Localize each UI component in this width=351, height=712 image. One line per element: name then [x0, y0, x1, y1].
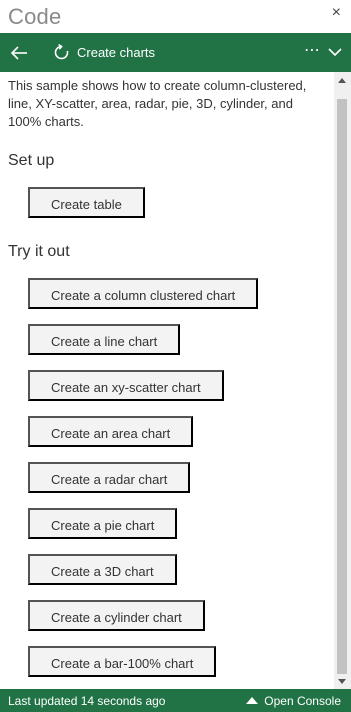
create-line-chart-button[interactable]: Create a line chart [28, 324, 181, 355]
status-bar: Last updated 14 seconds ago Open Console [0, 689, 351, 712]
caret-up-icon[interactable] [246, 697, 258, 704]
scroll-up-arrow-icon[interactable] [338, 78, 346, 83]
setup-heading: Set up [8, 152, 55, 169]
refresh-icon[interactable] [53, 44, 70, 61]
title-bar: Code × [0, 0, 351, 33]
scrollbar-thumb[interactable] [337, 99, 347, 674]
close-icon[interactable]: × [332, 4, 341, 22]
create-3d-chart-button[interactable]: Create a 3D chart [28, 554, 177, 585]
vertical-scrollbar[interactable] [334, 72, 351, 689]
create-xy-scatter-chart-button[interactable]: Create an xy-scatter chart [28, 370, 224, 401]
code-task-pane: Code × Create charts ⋯ This sample shows… [0, 0, 351, 712]
create-table-button[interactable]: Create table [28, 187, 145, 218]
scroll-down-arrow-icon[interactable] [338, 679, 346, 684]
create-radar-chart-button[interactable]: Create a radar chart [28, 462, 191, 493]
try-it-out-heading: Try it out [8, 243, 70, 260]
sample-title: Create charts [77, 45, 156, 60]
create-column-clustered-chart-button[interactable]: Create a column clustered chart [28, 278, 259, 309]
command-bar: Create charts ⋯ [0, 33, 351, 72]
open-console-button[interactable]: Open Console [264, 694, 341, 708]
sample-description: This sample shows how to create column-c… [8, 78, 307, 129]
back-arrow-icon[interactable] [9, 43, 29, 63]
pane-title: Code [8, 4, 62, 29]
chevron-down-icon[interactable] [328, 45, 342, 59]
more-icon[interactable]: ⋯ [304, 40, 321, 60]
create-area-chart-button[interactable]: Create an area chart [28, 416, 194, 447]
create-pie-chart-button[interactable]: Create a pie chart [28, 508, 178, 539]
create-bar-100-chart-button[interactable]: Create a bar-100% chart [28, 646, 217, 677]
create-cylinder-chart-button[interactable]: Create a cylinder chart [28, 600, 205, 631]
last-updated-status: Last updated 14 seconds ago [8, 694, 166, 708]
sample-content: This sample shows how to create column-c… [0, 72, 334, 689]
